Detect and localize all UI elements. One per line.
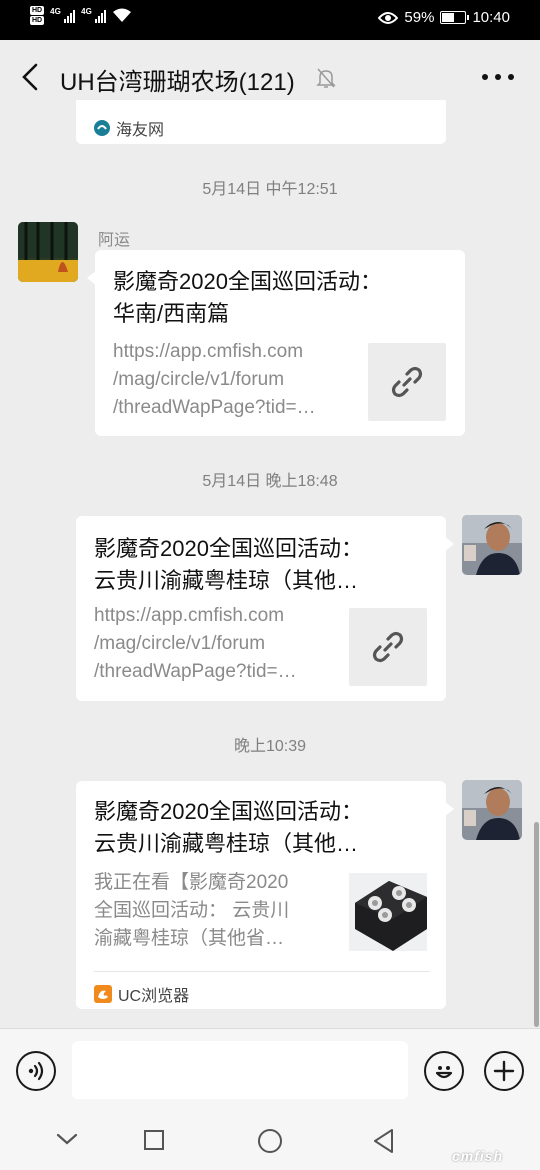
link-icon: [372, 631, 404, 663]
card-description: https://app.cmfish.com/mag/circle/v1/for…: [94, 605, 297, 682]
sender-name: 阿运: [98, 232, 131, 249]
more-icon[interactable]: [480, 70, 516, 84]
divider: [94, 971, 430, 972]
back-icon[interactable]: [18, 62, 44, 92]
status-bar: HD HD 4G 4G 59% 10:40: [0, 0, 540, 40]
collapse-icon[interactable]: [56, 1132, 78, 1146]
card-source: UC浏览器: [94, 982, 189, 1006]
link-icon: [391, 366, 423, 398]
battery-icon: [440, 11, 470, 24]
card-title: 影魔奇2020全国巡回活动： 华南/西南篇: [113, 269, 382, 326]
mute-bell-icon: [316, 68, 336, 88]
link-card-message[interactable]: 影魔奇2020全国巡回活动： 云贵川渝藏粤桂琼（其他… 我正在看【影魔奇2020 全…: [76, 781, 454, 1009]
link-thumbnail: [368, 343, 446, 421]
card-title: 影魔奇2020全国巡回活动： 云贵川渝藏粤桂琼（其他…: [94, 799, 363, 856]
eye-icon: [378, 11, 399, 24]
link-card-message[interactable]: 影魔奇2020全国巡回活动： 云贵川渝藏粤桂琼（其他… https://app.c…: [76, 516, 454, 701]
watermark: cmfish: [452, 1148, 504, 1164]
scrollbar[interactable]: [534, 822, 539, 1027]
signal-icon: 4G: [50, 7, 76, 23]
previous-card-fragment[interactable]: 海友网: [76, 100, 446, 144]
led-light-image: [349, 873, 427, 951]
bubble-tail: [444, 801, 454, 817]
clock: 10:40: [472, 9, 510, 26]
voice-icon[interactable]: [16, 1051, 56, 1091]
avatar[interactable]: [462, 515, 522, 575]
bubble-tail: [87, 270, 97, 286]
link-thumbnail: [349, 608, 427, 686]
uc-browser-icon: [94, 985, 112, 1003]
recent-apps-icon[interactable]: [143, 1129, 165, 1151]
system-nav-bar: cmfish: [0, 1110, 540, 1170]
link-card-message[interactable]: 影魔奇2020全国巡回活动： 华南/西南篇 https://app.cmfish.…: [87, 250, 465, 436]
source-label: 海友网: [116, 122, 165, 139]
timestamp: 晚上10:39: [233, 738, 307, 755]
bubble-tail: [444, 536, 454, 552]
input-bar: [0, 1028, 540, 1119]
battery-percent: 59%: [404, 9, 435, 26]
timestamp: 5月14日 晚上18:48: [202, 473, 338, 490]
avatar[interactable]: [18, 222, 78, 282]
back-triangle-icon[interactable]: [372, 1128, 396, 1154]
hd-indicator: HD HD: [30, 6, 45, 25]
message-input[interactable]: [72, 1041, 408, 1099]
home-icon[interactable]: [257, 1128, 283, 1154]
wifi-icon: [113, 8, 132, 22]
avatar[interactable]: [462, 780, 522, 840]
source-label: UC浏览器: [118, 988, 190, 1005]
plus-icon[interactable]: [484, 1051, 524, 1091]
haiyou-logo-icon: [94, 120, 110, 136]
card-title: 影魔奇2020全国巡回活动： 云贵川渝藏粤桂琼（其他…: [94, 536, 363, 593]
timestamp: 5月14日 中午12:51: [202, 181, 338, 198]
card-description: 我正在看【影魔奇2020 全国巡回活动： 云贵川 渝藏粤桂琼（其他省…: [94, 872, 290, 949]
signal-icon-2: 4G: [81, 7, 107, 23]
emoji-icon[interactable]: [424, 1051, 464, 1091]
card-description: https://app.cmfish.com/mag/circle/v1/for…: [113, 341, 316, 418]
card-source: 海友网: [94, 116, 164, 140]
chat-title: UH台湾珊瑚农场(121): [60, 69, 295, 96]
